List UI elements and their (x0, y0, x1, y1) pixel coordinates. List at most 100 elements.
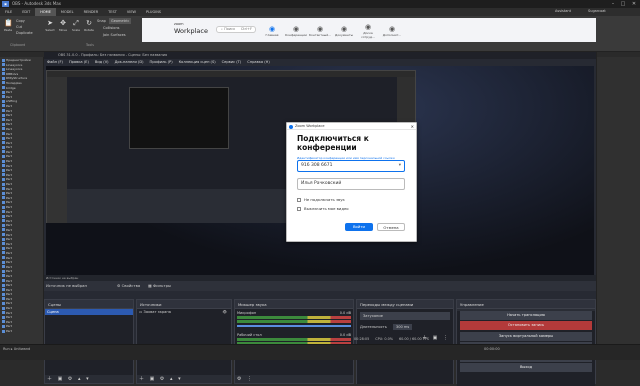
menu-file[interactable]: FILE (0, 8, 17, 16)
chevron-down-icon[interactable]: ▾ (399, 161, 404, 171)
video-off-option[interactable]: Выключить мое видео (297, 206, 349, 211)
duration-input[interactable]: 300 ms (392, 324, 413, 330)
properties-button[interactable]: ⚙ Свойства (117, 281, 140, 291)
gear-icon: ⚙ (116, 283, 121, 288)
object-icon (2, 90, 5, 94)
object-icon (2, 214, 5, 218)
mixer-list: Микрофон 0.0 dB Рабочий стол 0.0 dB (235, 309, 353, 375)
scenes-dock: Сцены Сцена ＋ ▣ ⚙ ▴ ▾ (44, 299, 134, 384)
collisions-toggle[interactable]: Collisions (103, 25, 119, 31)
object-icon (2, 315, 5, 319)
obs-menu-item[interactable]: Файл (F) (44, 59, 66, 66)
object-icon (2, 306, 5, 310)
tree-label: Part (6, 232, 12, 237)
source-item[interactable]: ▭ Захват экрана 👁 (137, 309, 231, 315)
obs-menu-item[interactable]: Коллекция сцен (S) (176, 59, 219, 66)
menu-plugins[interactable]: PLUGINS (141, 8, 166, 16)
scenes-dock-title: Сцены (45, 300, 133, 309)
object-icon (2, 237, 5, 241)
object-icon (2, 288, 5, 292)
object-icon (2, 95, 5, 99)
control-button[interactable]: Остановить запись (460, 321, 592, 330)
join-button[interactable]: Войти (345, 223, 373, 231)
menu-test[interactable]: TEST (103, 8, 122, 16)
join-surfaces-toggle[interactable]: Join Surfaces (103, 32, 126, 38)
sources-toolbar[interactable]: ＋ ▣ ⚙ ▴ ▾ (137, 375, 231, 383)
tree-label: Part (6, 301, 12, 306)
scale-tool[interactable]: ⤢ Scale (70, 19, 82, 32)
tree-label: Part (6, 214, 12, 219)
tree-label: Part (6, 113, 12, 118)
zoom-tab[interactable]: ◉ Конференции (284, 23, 308, 37)
tab-label: Доска сотруд... (361, 31, 375, 39)
select-tool[interactable]: ➤ Select (44, 19, 56, 32)
duplicate-button[interactable]: Duplicate (16, 30, 33, 36)
mixer-toolbar[interactable]: ⚙ ⋮ (235, 375, 353, 383)
menu-model[interactable]: MODEL (56, 8, 79, 16)
volume-slider[interactable] (237, 325, 351, 327)
maximize-button[interactable]: □ (618, 1, 628, 7)
scene-item[interactable]: Сцена (45, 309, 133, 315)
captured-tree (47, 77, 67, 223)
cancel-button[interactable]: Отмена (377, 223, 405, 231)
workspace-selector[interactable]: Sugarcoat (588, 9, 606, 13)
menu-render[interactable]: RENDER (79, 8, 104, 16)
scenes-toolbar[interactable]: ＋ ▣ ⚙ ▴ ▾ (45, 375, 133, 383)
tree-item[interactable]: Part (2, 329, 44, 334)
mute-audio-checkbox[interactable] (297, 198, 301, 202)
zoom-tab[interactable]: ◉ Контактный... (308, 23, 332, 37)
eye-icon[interactable]: 👁 (223, 309, 231, 315)
menu-home[interactable]: HOME (35, 8, 56, 16)
minimize-button[interactable]: – (608, 1, 618, 7)
control-button[interactable]: Запуск виртуальной камеры (460, 331, 592, 341)
status-left: Run ▸ Unitwand (3, 347, 31, 351)
control-button[interactable]: Выход (460, 363, 592, 372)
mute-audio-option[interactable]: Не подключать звук (297, 197, 345, 202)
obs-menu-item[interactable]: Сервис (T) (219, 59, 245, 66)
tree-label: Part (6, 218, 12, 223)
control-button[interactable]: Начать трансляцию (460, 310, 592, 320)
transition-select[interactable]: Затухание (360, 312, 450, 320)
filters-button[interactable]: ▦ Фильтры (148, 281, 171, 291)
object-icon (2, 141, 5, 145)
obs-menu-item[interactable]: Док-панели (D) (112, 59, 147, 66)
menu-view[interactable]: VIEW (122, 8, 141, 16)
obs-menu-item[interactable]: Правка (E) (66, 59, 92, 66)
zoom-tab[interactable]: ◉ Главная (260, 23, 284, 37)
zoom-search-input[interactable]: ⌕ Поиск Ctrl+F (216, 26, 256, 33)
rotate-tool[interactable]: ↻ Rotate (83, 19, 95, 32)
tab-icon: ◉ (316, 25, 324, 33)
channel-header: Рабочий стол 0.0 dB (237, 333, 351, 337)
object-icon (2, 223, 5, 227)
tree-label: bridge (6, 85, 16, 90)
zoom-tab[interactable]: ◉ Документы (332, 23, 356, 37)
paste-button[interactable]: 📋 Paste (2, 19, 14, 32)
video-off-checkbox[interactable] (297, 207, 301, 211)
zoom-tab[interactable]: ◉ Доска сотруд... (356, 21, 380, 39)
user-menu[interactable]: Assistant (555, 9, 571, 13)
sources-dock-title: Источники (137, 300, 231, 309)
close-button[interactable]: ✕ (629, 1, 639, 7)
channel-name: Микрофон (237, 311, 257, 315)
obs-menu-item[interactable]: Профиль (P) (147, 59, 176, 66)
tree-label: Part (6, 177, 12, 182)
name-input[interactable]: Илья Рачковский (297, 178, 405, 190)
obs-menu-item[interactable]: Справка (H) (244, 59, 272, 66)
tab-icon: ◉ (292, 25, 300, 33)
scene-tree-panel: Преднастройки Lineaycore Lineaycore RBBxlvs… (0, 52, 44, 344)
obs-menu-item[interactable]: Вид (V) (92, 59, 112, 66)
object-icon (2, 269, 5, 273)
dialog-close-icon[interactable]: ✕ (411, 123, 414, 130)
move-tool[interactable]: ✥ Move (57, 19, 69, 32)
zoom-tab[interactable]: ◉ Дополнит... (380, 23, 404, 37)
controls-dock: Управление Начать трансляцию Остановить з… (456, 299, 596, 386)
tree-label: Part (6, 90, 12, 95)
tree-label: Lineaycore (6, 62, 23, 67)
object-icon (2, 164, 5, 168)
menu-edit[interactable]: EDIT (17, 8, 35, 16)
meeting-id-input[interactable]: 916 308 6671 ▾ (297, 160, 405, 172)
rec-time: 00:28:05 (354, 337, 370, 341)
zoom-tabs: ◉ Главная ◉ Конференции ◉ Контактный... ◉ Докум… (260, 20, 404, 40)
tree-label: Part (6, 278, 12, 283)
snap-dropdown[interactable]: Geometric (109, 18, 132, 24)
